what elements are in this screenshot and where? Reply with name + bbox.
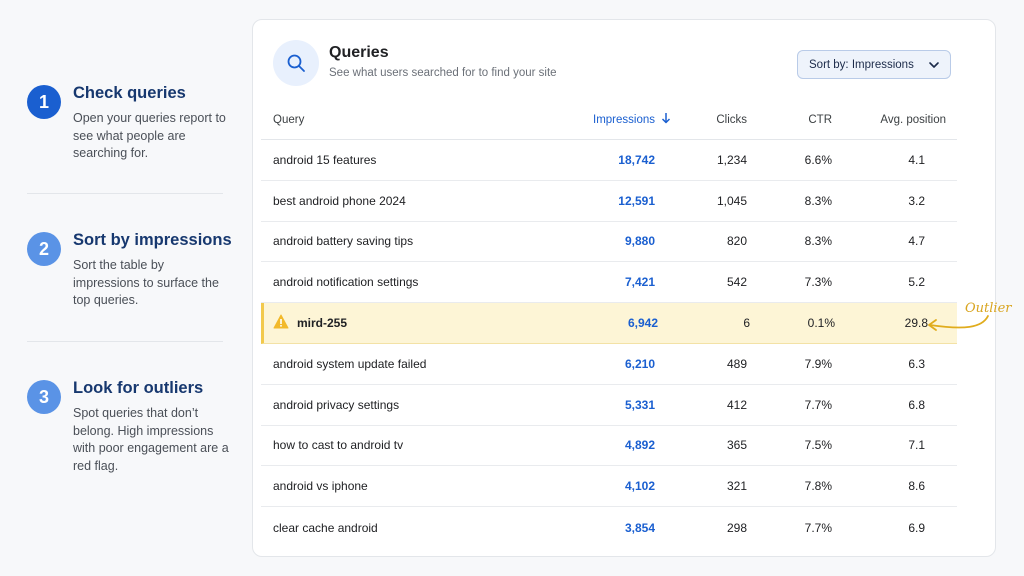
ctr-cell: 7.7% — [804, 397, 832, 412]
position-cell: 3.2 — [908, 193, 925, 208]
ctr-cell: 7.7% — [804, 520, 832, 535]
table-row[interactable]: android battery saving tips 9,880 820 8.… — [261, 222, 957, 263]
chevron-down-icon — [928, 59, 940, 74]
column-header-ctr[interactable]: CTR — [757, 100, 832, 139]
sort-label: Sort by: Impressions — [809, 58, 914, 71]
table-header: Query Impressions Clicks CTR Avg. positi… — [261, 100, 957, 140]
step-description: Spot queries that don’t belong. High imp… — [73, 406, 229, 473]
table-row-outlier[interactable]: mird-255 6,942 6 0.1% 29.8 — [261, 303, 957, 344]
step-description: Sort the table by impressions to surface… — [73, 258, 219, 307]
impressions-cell: 7,421 — [624, 275, 655, 290]
query-cell: android vs iphone — [273, 479, 368, 494]
column-header-query[interactable]: Query — [273, 100, 573, 139]
step-title: Sort by impressions — [73, 231, 232, 249]
table-row[interactable]: android vs iphone 4,102 321 7.8% 8.6 — [261, 466, 957, 508]
position-cell: 7.1 — [908, 438, 925, 453]
position-cell: 29.8 — [904, 316, 928, 331]
impressions-cell: 4,102 — [624, 479, 655, 494]
clicks-cell: 298 — [726, 520, 747, 535]
queries-card: Queries See what users searched for to f… — [252, 19, 996, 557]
step-number: 1 — [27, 85, 61, 119]
ctr-cell: 6.6% — [804, 152, 832, 167]
ctr-cell: 7.3% — [804, 275, 832, 290]
column-header-clicks[interactable]: Clicks — [661, 100, 747, 139]
ctr-cell: 7.8% — [804, 479, 832, 494]
position-cell: 6.3 — [908, 356, 925, 371]
position-cell: 6.8 — [908, 397, 925, 412]
impressions-cell: 4,892 — [624, 438, 655, 453]
table-row[interactable]: android notification settings 7,421 542 … — [261, 262, 957, 304]
step-title: Check queries — [73, 84, 186, 102]
step-title: Look for outliers — [73, 379, 204, 397]
clicks-cell: 542 — [726, 275, 747, 290]
table-row[interactable]: android privacy settings 5,331 412 7.7% … — [261, 385, 957, 426]
position-cell: 4.1 — [908, 152, 925, 167]
impressions-cell: 9,880 — [624, 234, 655, 249]
impressions-cell: 3,854 — [624, 520, 655, 535]
column-header-impressions[interactable]: Impressions — [541, 100, 671, 139]
query-cell: android system update failed — [273, 356, 427, 371]
table-row[interactable]: android 15 features 18,742 1,234 6.6% 4.… — [261, 140, 957, 181]
query-text: mird-255 — [297, 316, 348, 331]
column-header-position[interactable]: Avg. position — [846, 100, 946, 139]
query-cell: best android phone 2024 — [273, 193, 406, 208]
warning-icon — [273, 314, 289, 332]
ctr-cell: 7.5% — [804, 438, 832, 453]
clicks-cell: 1,234 — [716, 152, 747, 167]
query-cell: android privacy settings — [273, 397, 400, 412]
search-icon — [273, 40, 319, 86]
table-row[interactable]: android system update failed 6,210 489 7… — [261, 344, 957, 385]
clicks-cell: 365 — [726, 438, 747, 453]
step-number: 3 — [27, 380, 61, 414]
sort-dropdown[interactable]: Sort by: Impressions — [797, 50, 951, 79]
clicks-cell: 1,045 — [716, 193, 747, 208]
clicks-cell: 321 — [726, 479, 747, 494]
position-cell: 8.6 — [908, 479, 925, 494]
page-subtitle: See what users searched for to find your… — [329, 67, 557, 79]
query-cell: android notification settings — [273, 275, 419, 290]
outlier-arrow-icon — [928, 315, 989, 331]
position-cell: 5.2 — [908, 275, 925, 290]
query-cell: how to cast to android tv — [273, 438, 404, 453]
step-description: Open your queries report to see what peo… — [73, 111, 226, 160]
queries-table: Query Impressions Clicks CTR Avg. positi… — [261, 100, 957, 548]
query-cell: android battery saving tips — [273, 234, 414, 249]
query-cell: clear cache android — [273, 520, 378, 535]
table-row[interactable]: best android phone 2024 12,591 1,045 8.3… — [261, 181, 957, 222]
impressions-cell: 18,742 — [618, 152, 655, 167]
impressions-cell: 12,591 — [618, 193, 655, 208]
query-cell: android 15 features — [273, 152, 377, 167]
ctr-cell: 8.3% — [804, 193, 832, 208]
impressions-cell: 5,331 — [624, 397, 655, 412]
step-divider — [27, 341, 223, 342]
clicks-cell: 412 — [726, 397, 747, 412]
step-number: 2 — [27, 232, 61, 266]
clicks-cell: 489 — [726, 356, 747, 371]
impressions-cell: 6,210 — [624, 356, 655, 371]
step-divider — [27, 193, 223, 194]
clicks-cell: 820 — [726, 234, 747, 249]
query-cell: mird-255 — [273, 303, 573, 343]
table-row[interactable]: clear cache android 3,854 298 7.7% 6.9 — [261, 507, 957, 548]
impressions-cell: 6,942 — [627, 316, 658, 331]
position-cell: 4.7 — [908, 234, 925, 249]
position-cell: 6.9 — [908, 520, 925, 535]
table-row[interactable]: how to cast to android tv 4,892 365 7.5%… — [261, 426, 957, 467]
clicks-cell: 6 — [743, 316, 750, 331]
page-title: Queries — [329, 44, 389, 61]
ctr-cell: 8.3% — [804, 234, 832, 249]
ctr-cell: 7.9% — [804, 356, 832, 371]
column-header-label: Impressions — [593, 113, 655, 126]
ctr-cell: 0.1% — [807, 316, 835, 331]
